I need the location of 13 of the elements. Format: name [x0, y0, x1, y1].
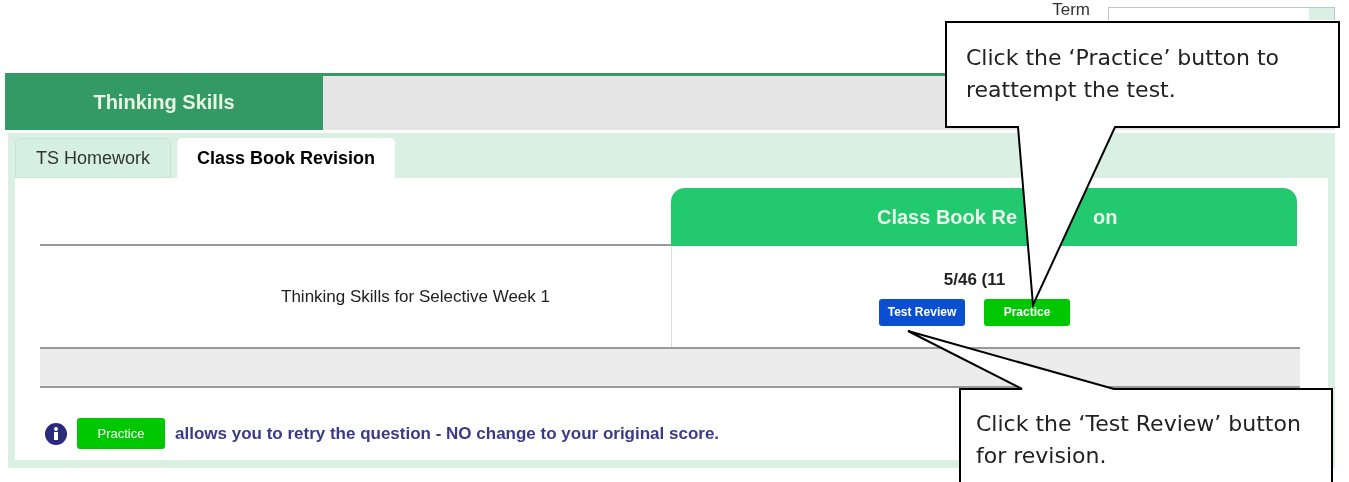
- test-review-button[interactable]: Test Review: [879, 298, 965, 326]
- callout-text: Click the ‘Practice’ button to reattempt the test.: [966, 44, 1280, 104]
- tab[interactable]: TS Homework: [15, 138, 172, 178]
- note-text: allows you to retry the question - NO change to your original score.: [175, 422, 720, 445]
- tab[interactable]: Class Book Revision: [177, 138, 396, 178]
- term-select[interactable]: [1108, 7, 1335, 20]
- header-text: Class Book Re: [877, 205, 1018, 230]
- test-title: Thinking Skills for Selective Week 1: [281, 285, 550, 308]
- term-label: Term: [1052, 0, 1090, 20]
- header-text: on: [1093, 205, 1118, 230]
- info-icon: [45, 422, 67, 445]
- score-text: 5/46 (11: [943, 269, 1006, 292]
- callout-text: Click the ‘Test Review’ button for revision.: [976, 410, 1302, 470]
